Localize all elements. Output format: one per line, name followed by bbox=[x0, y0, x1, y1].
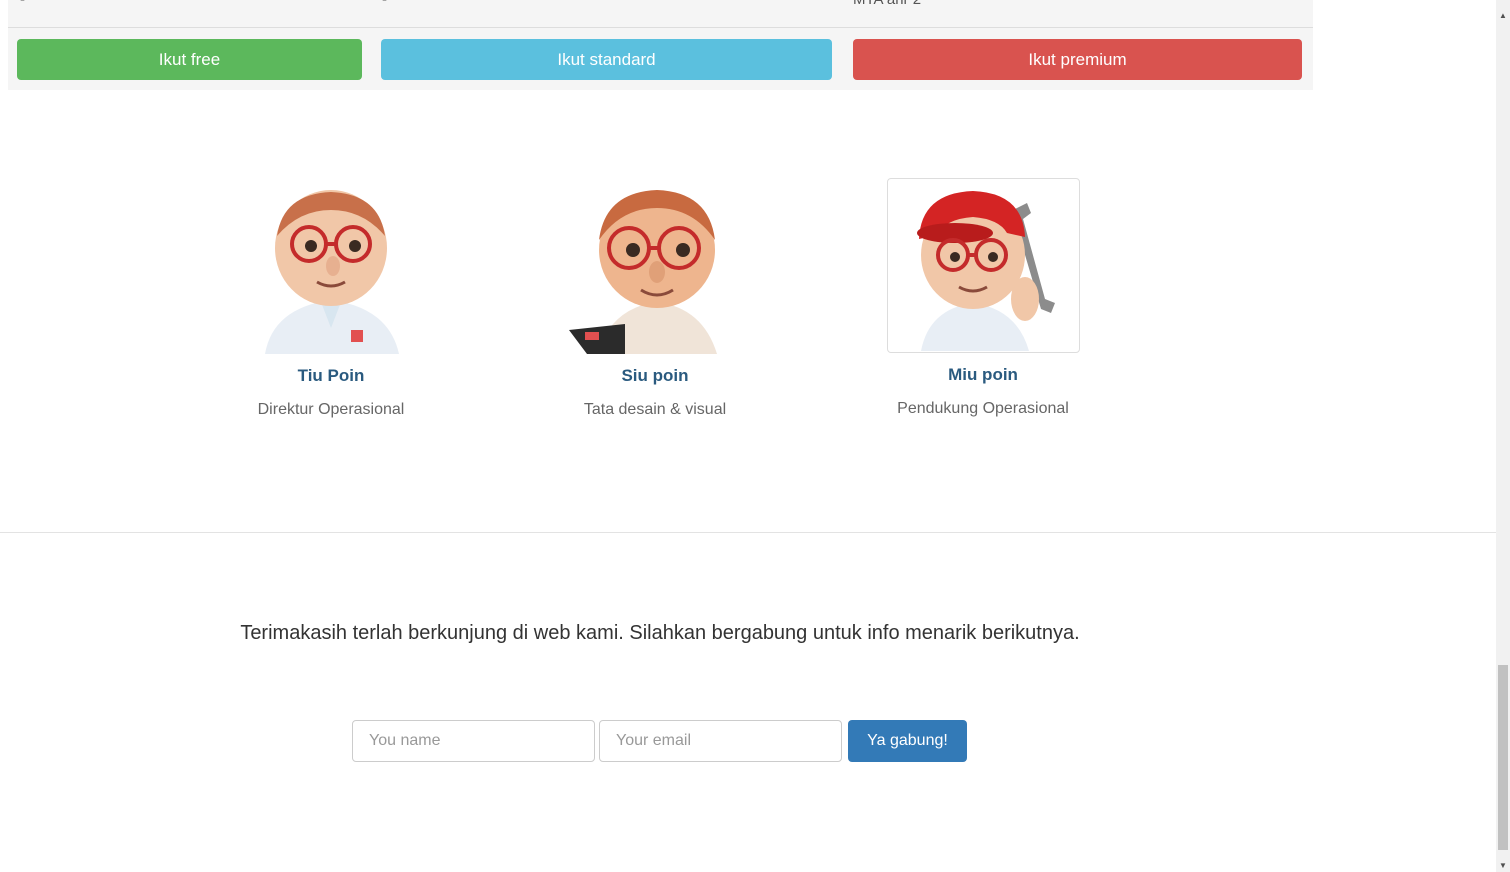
cutoff-text-left: - bbox=[20, 0, 25, 9]
member-name: Tiu Poin bbox=[297, 366, 365, 385]
pricing-strip: - - MTA arir 2 Ikut free Ikut standard I… bbox=[8, 0, 1313, 90]
join-premium-button[interactable]: Ikut premium bbox=[853, 39, 1302, 80]
join-free-button[interactable]: Ikut free bbox=[17, 39, 362, 80]
name-input[interactable] bbox=[352, 720, 595, 762]
page: - - MTA arir 2 Ikut free Ikut standard I… bbox=[0, 0, 1510, 872]
member-name: Siu poin bbox=[621, 366, 689, 385]
team-member-miu: Miu poin Pendukung Operasional bbox=[833, 178, 1133, 419]
scroll-up-icon[interactable]: ▲ bbox=[1496, 8, 1510, 22]
member-role: Direktur Operasional bbox=[257, 401, 405, 418]
avatar-cap-wrench-icon bbox=[917, 191, 1055, 351]
email-input[interactable] bbox=[599, 720, 842, 762]
scroll-thumb[interactable] bbox=[1498, 665, 1508, 850]
avatar-glasses-camera-icon bbox=[569, 190, 717, 354]
avatar-miu bbox=[886, 178, 1080, 353]
thank-you-message: Terimakasih terlah berkunjung di web kam… bbox=[240, 622, 1080, 644]
member-role: Tata desain & visual bbox=[583, 401, 727, 418]
section-divider bbox=[0, 532, 1496, 533]
avatar-siu bbox=[567, 178, 743, 354]
cutoff-text-mid: - bbox=[382, 0, 387, 9]
member-role: Pendukung Operasional bbox=[897, 400, 1069, 417]
page-scrollbar[interactable]: ▲ ▼ bbox=[1496, 0, 1510, 872]
team-member-siu: Siu poin Tata desain & visual bbox=[505, 178, 805, 420]
join-button[interactable]: Ya gabung! bbox=[848, 720, 967, 762]
join-standard-button[interactable]: Ikut standard bbox=[381, 39, 832, 80]
scroll-down-icon[interactable]: ▼ bbox=[1496, 858, 1510, 872]
member-name: Miu poin bbox=[948, 365, 1018, 384]
avatar-glasses-icon bbox=[265, 190, 399, 354]
avatar-tiu bbox=[243, 178, 419, 354]
cutoff-text-right: MTA arir 2 bbox=[853, 0, 921, 9]
team-member-tiu: Tiu Poin Direktur Operasional bbox=[181, 178, 481, 420]
pricing-divider bbox=[8, 27, 1313, 28]
